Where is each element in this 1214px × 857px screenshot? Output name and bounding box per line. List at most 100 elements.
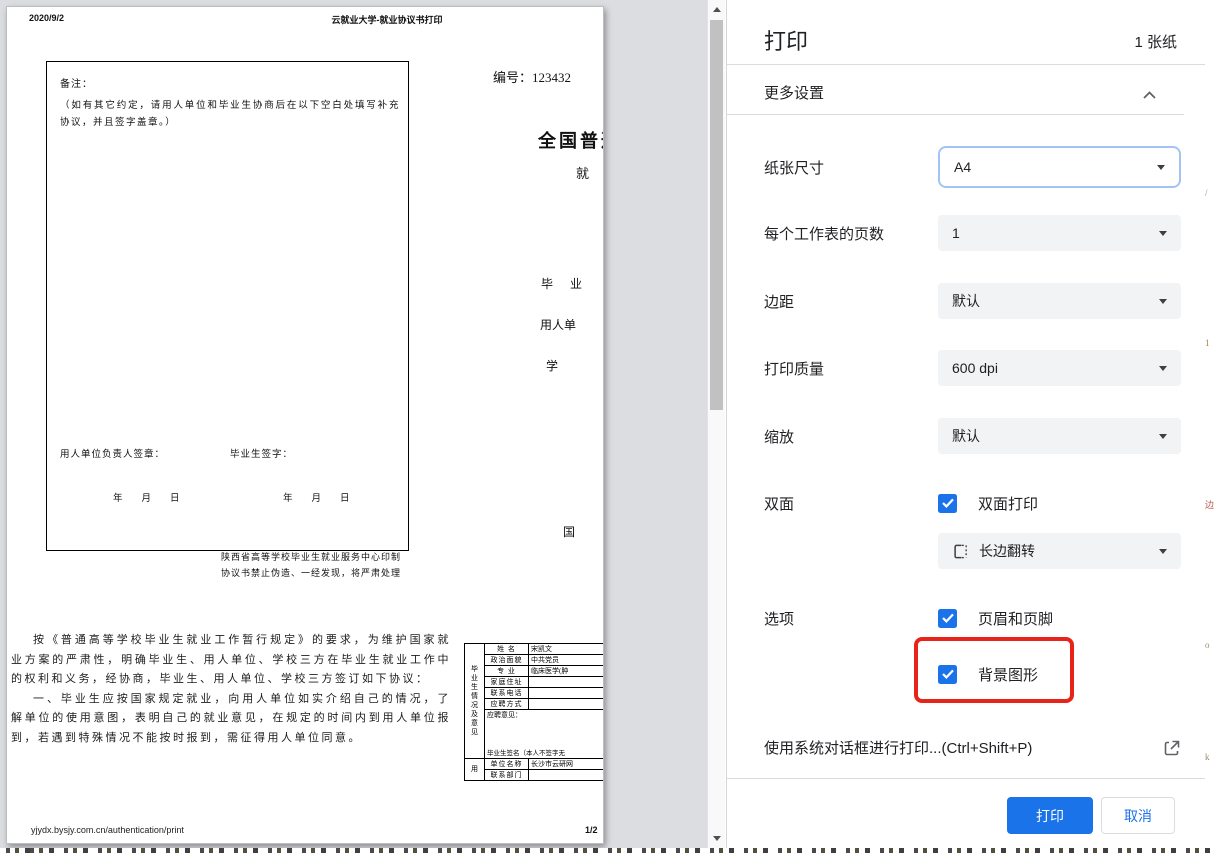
- setting-row-duplex-mode: 长边翻转: [938, 533, 1181, 569]
- headers-footers-checkbox-label[interactable]: 页眉和页脚: [978, 608, 1053, 629]
- table-cell: 政治面貌: [485, 655, 529, 666]
- table-cell: [529, 770, 605, 781]
- background-window-strip: [0, 848, 1214, 857]
- print-quality-select[interactable]: 600 dpi: [938, 350, 1181, 386]
- print-preview-pane: 2020/9/2 云就业大学-就业协议书打印 备注： （如有其它约定，请用人单位…: [0, 0, 707, 848]
- setting-row-scale: 缩放 默认: [764, 418, 1181, 454]
- print-quality-value: 600 dpi: [952, 360, 1159, 376]
- cut-text-fragment: 就: [576, 163, 589, 182]
- setting-row-options: 选项 页眉和页脚: [764, 606, 1181, 630]
- opinion-label: 应聘意见：: [487, 711, 522, 719]
- more-settings-toggle[interactable]: 更多设置: [727, 66, 1184, 115]
- agreement-paragraph-2: 一、毕业生应按国家规定就业，向用人单位如实介绍自己的情况，了解单位的使用意图，表…: [11, 690, 451, 749]
- arrow-down-icon: [713, 836, 721, 841]
- paper-size-select[interactable]: A4: [938, 146, 1181, 188]
- scroll-down-button[interactable]: [708, 830, 725, 847]
- setting-row-duplex: 双面 双面打印: [764, 491, 1181, 515]
- agreement-paragraph-1: 按《普通高等学校毕业生就业工作暂行规定》的要求，为维护国家就业方案的严肃性，明确…: [11, 631, 451, 690]
- table-cell: [529, 699, 605, 710]
- table-cell: 联系部门: [485, 770, 529, 781]
- table-cell: 应聘方式: [485, 699, 529, 710]
- dialog-title: 打印: [764, 24, 808, 56]
- dropdown-caret-icon: [1159, 434, 1167, 439]
- duplex-mode-select[interactable]: 长边翻转: [938, 533, 1181, 569]
- pages-per-sheet-label: 每个工作表的页数: [764, 223, 938, 244]
- scale-value: 默认: [952, 426, 1159, 446]
- more-settings-label: 更多设置: [764, 82, 824, 103]
- remark-box: 备注： （如有其它约定，请用人单位和毕业生协商后在以下空白处填写补充协议，并且签…: [46, 61, 409, 551]
- pages-per-sheet-value: 1: [952, 225, 1159, 241]
- margins-value: 默认: [952, 291, 1159, 311]
- background-graphics-checkbox[interactable]: [938, 665, 957, 684]
- employer-sign-label: 用人单位负责人签章：: [60, 446, 165, 460]
- dropdown-caret-icon: [1159, 231, 1167, 236]
- table-cell: 单位名称: [485, 759, 529, 770]
- preview-scrollbar[interactable]: [707, 0, 725, 848]
- dropdown-caret-icon: [1159, 366, 1167, 371]
- paper-size-value: A4: [954, 159, 1157, 175]
- print-dialog: 打印 1 张纸 更多设置 纸张尺寸 A4 每个工作表的页数 1 边距: [726, 0, 1205, 848]
- print-button[interactable]: 打印: [1007, 797, 1093, 834]
- setting-row-paper-size: 纸张尺寸 A4: [764, 146, 1181, 188]
- table-side-header: 毕业生情况及意见: [465, 644, 485, 759]
- print-footer-url: yjydx.bysjy.com.cn/authentication/print: [31, 825, 184, 835]
- background-page-edge: / 1 边 o k: [1205, 0, 1214, 848]
- remark-text: （如有其它约定，请用人单位和毕业生协商后在以下空白处填写补充协议，并且签字盖章。…: [60, 98, 400, 132]
- preview-page: 2020/9/2 云就业大学-就业协议书打印 备注： （如有其它约定，请用人单位…: [6, 6, 604, 844]
- sheet-count: 1 张纸: [1134, 31, 1177, 52]
- background-graphics-checkbox-label[interactable]: 背景图形: [978, 664, 1038, 685]
- clipped-glyph: 边: [1205, 498, 1214, 511]
- margins-select[interactable]: 默认: [938, 283, 1181, 319]
- clipped-glyph: /: [1205, 188, 1208, 198]
- graduate-date-line: 年 月 日: [283, 490, 350, 504]
- options-label: 选项: [764, 608, 938, 629]
- opinion-cell: 应聘意见： 毕业生签名（本人不签字无: [485, 710, 605, 759]
- issuer-line-1: 陕西省高等学校毕业生就业服务中心印制: [221, 550, 401, 563]
- print-header-date: 2020/9/2: [29, 13, 64, 23]
- clipped-glyph: o: [1205, 640, 1210, 650]
- duplex-checkbox[interactable]: [938, 494, 957, 513]
- paper-size-label: 纸张尺寸: [764, 157, 938, 178]
- pages-per-sheet-select[interactable]: 1: [938, 215, 1181, 251]
- print-quality-label: 打印质量: [764, 358, 938, 379]
- headers-footers-checkbox[interactable]: [938, 609, 957, 628]
- open-in-new-icon: [1163, 739, 1181, 757]
- system-print-dialog-link[interactable]: 使用系统对话框进行打印...(Ctrl+Shift+P): [764, 737, 1181, 758]
- issuer-line-2: 协议书禁止伪造、一经发现，将严肃处理: [221, 566, 401, 579]
- dropdown-caret-icon: [1159, 299, 1167, 304]
- cancel-button[interactable]: 取消: [1101, 797, 1175, 834]
- table-cell: [529, 677, 605, 688]
- table-cell: 宋凯文: [529, 644, 605, 655]
- cut-text-fragment: 国: [563, 523, 575, 540]
- table-cell: 临床医学(肿: [529, 666, 605, 677]
- cut-text-fragment: 用人单: [540, 316, 576, 333]
- print-footer-page-number: 1/2: [585, 825, 598, 835]
- table-cell: 专 业: [485, 666, 529, 677]
- dialog-button-bar: 打印 取消: [727, 778, 1205, 848]
- table-cell: 家庭住址: [485, 677, 529, 688]
- doc-main-title-cut: 全国普通: [538, 127, 604, 153]
- chevron-up-icon[interactable]: [1143, 86, 1156, 104]
- setting-row-margins: 边距 默认: [764, 283, 1181, 319]
- table-cell: 长沙市云研网: [529, 759, 605, 770]
- doc-number: 编号：123432: [493, 67, 571, 86]
- scale-label: 缩放: [764, 426, 938, 447]
- arrow-up-icon: [713, 7, 721, 12]
- setting-row-print-quality: 打印质量 600 dpi: [764, 350, 1181, 386]
- system-print-dialog-label: 使用系统对话框进行打印...(Ctrl+Shift+P): [764, 737, 1163, 758]
- dialog-header: 打印 1 张纸: [727, 0, 1205, 65]
- scroll-up-button[interactable]: [708, 1, 725, 18]
- duplex-checkbox-label[interactable]: 双面打印: [978, 493, 1038, 514]
- print-header-title: 云就业大学-就业协议书打印: [257, 13, 517, 26]
- remark-label: 备注：: [60, 75, 93, 90]
- table-cell: 姓 名: [485, 644, 529, 655]
- scale-select[interactable]: 默认: [938, 418, 1181, 454]
- dropdown-caret-icon: [1157, 165, 1165, 170]
- preview-scrollbar-thumb[interactable]: [710, 20, 723, 410]
- clipped-glyph: 1: [1205, 338, 1210, 348]
- employer-date-line: 年 月 日: [113, 490, 180, 504]
- dropdown-caret-icon: [1159, 549, 1167, 554]
- clipped-glyph: k: [1205, 752, 1210, 762]
- graduate-sign-label: 毕业生签字：: [230, 446, 293, 460]
- cut-text-fragment: 毕 业: [541, 275, 589, 292]
